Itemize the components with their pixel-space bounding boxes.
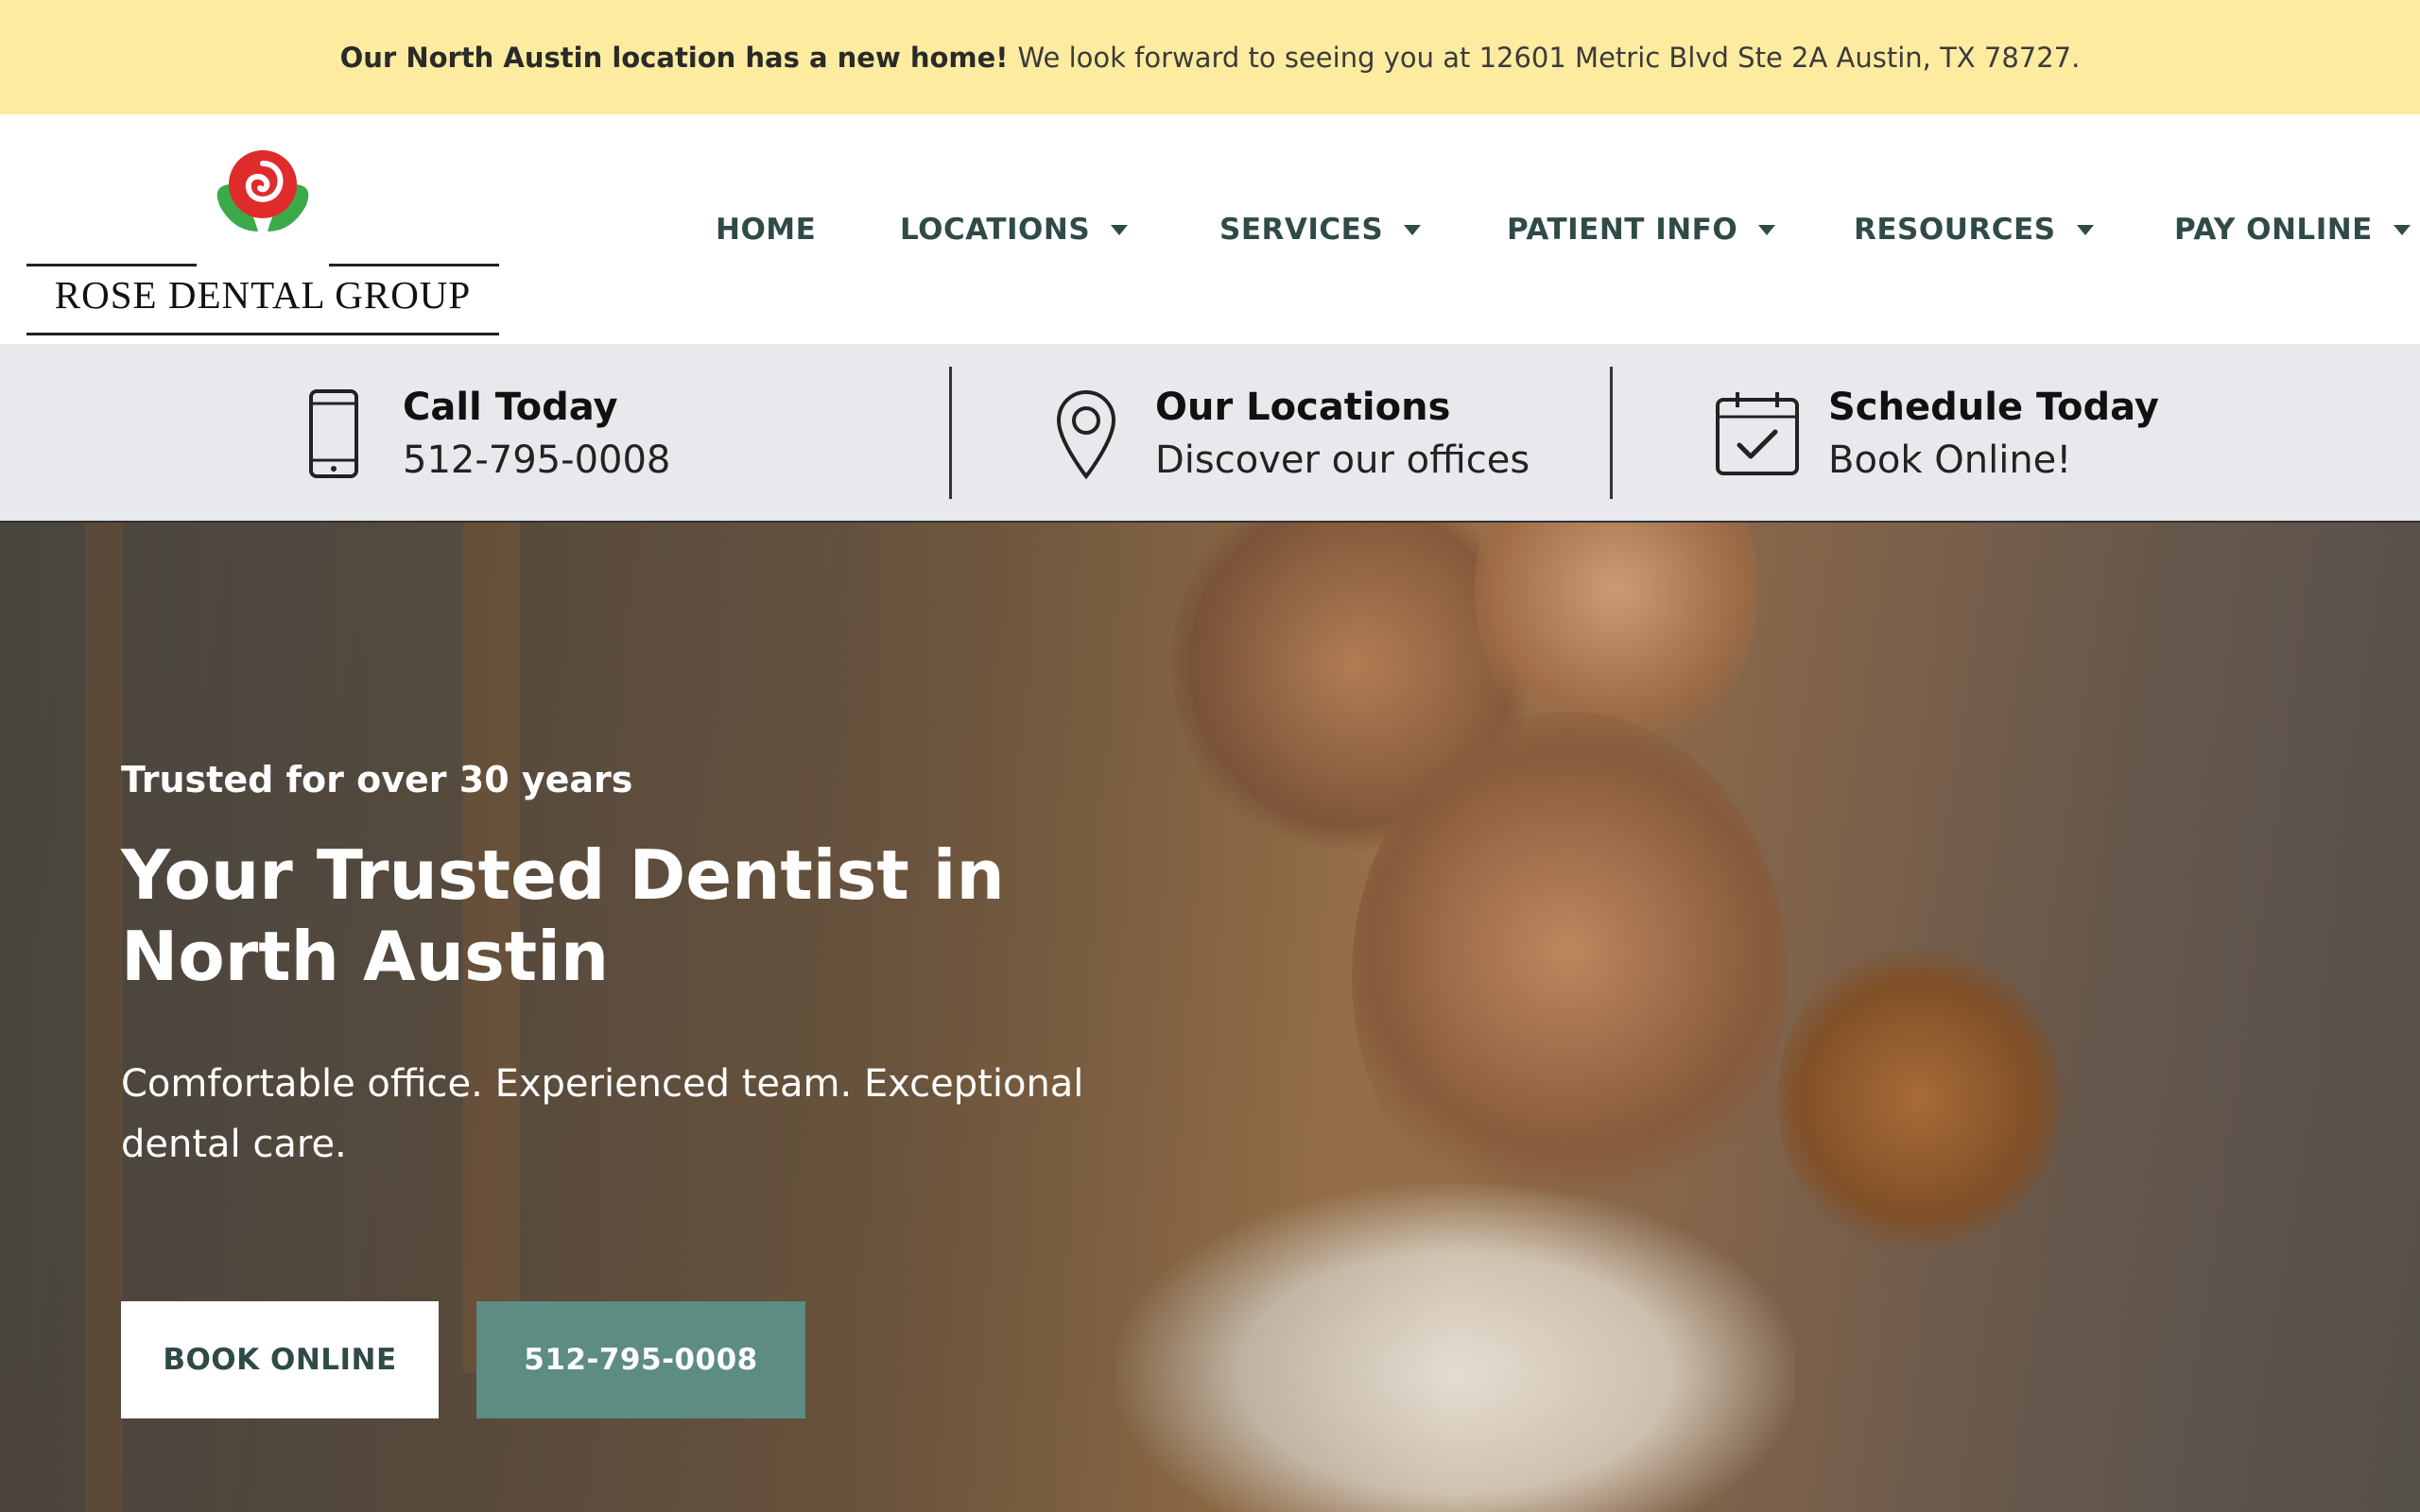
call-today-number: 512-795-0008: [403, 438, 671, 482]
calendar-check-icon: [1715, 387, 1800, 481]
chevron-down-icon: [1404, 225, 1422, 235]
chevron-down-icon: [1111, 225, 1129, 235]
main-nav: HOME LOCATIONS SERVICES PATIENT INFO RES…: [0, 114, 2420, 344]
info-bar: Call Today 512-795-0008 Our Locations Di…: [0, 344, 2420, 523]
nav-locations[interactable]: LOCATIONS: [900, 114, 1129, 344]
map-pin-icon: [1053, 387, 1119, 481]
nav-services[interactable]: SERVICES: [1219, 114, 1422, 344]
nav-resources[interactable]: RESOURCES: [1854, 114, 2094, 344]
info-divider: [1610, 367, 1613, 499]
hero-headline: Your Trusted Dentist in North Austin: [121, 834, 1066, 997]
hero-headline-line1: Your Trusted Dentist in: [121, 835, 1005, 915]
chevron-down-icon: [1758, 225, 1776, 235]
hero-lead: Comfortable office. Experienced team. Ex…: [121, 1062, 1084, 1166]
announcement-bar: Our North Austin location has a new home…: [0, 0, 2420, 114]
nav-pay-online-label: PAY ONLINE: [2174, 212, 2373, 247]
schedule-today[interactable]: Schedule Today Book Online!: [1715, 344, 2159, 523]
nav-pay-online[interactable]: PAY ONLINE: [2174, 114, 2411, 344]
our-locations[interactable]: Our Locations Discover our offices: [1053, 344, 1530, 523]
nav-locations-label: LOCATIONS: [900, 212, 1091, 247]
info-divider: [949, 367, 952, 499]
announcement-text: We look forward to seeing you at 12601 M…: [1017, 41, 2081, 74]
call-today[interactable]: Call Today 512-795-0008: [301, 344, 670, 523]
announcement-bold: Our North Austin location has a new home…: [339, 41, 1009, 74]
our-locations-sub: Discover our offices: [1155, 438, 1530, 482]
schedule-today-title: Schedule Today: [1828, 385, 2159, 429]
hero: Trusted for over 30 years Your Trusted D…: [0, 523, 2420, 1512]
nav-home[interactable]: HOME: [716, 114, 816, 344]
book-online-button[interactable]: BOOK ONLINE: [121, 1301, 439, 1418]
hero-eyebrow: Trusted for over 30 years: [121, 759, 633, 800]
nav-resources-label: RESOURCES: [1854, 212, 2056, 247]
call-today-title: Call Today: [403, 385, 618, 429]
chevron-down-icon: [2393, 225, 2411, 235]
hero-headline-line2: North Austin: [121, 917, 610, 996]
chevron-down-icon: [2076, 225, 2094, 235]
our-locations-title: Our Locations: [1155, 385, 1451, 429]
nav-home-label: HOME: [716, 212, 817, 247]
nav-services-label: SERVICES: [1219, 212, 1384, 247]
nav-patient-info-label: PATIENT INFO: [1507, 212, 1738, 247]
call-phone-button[interactable]: 512-795-0008: [476, 1301, 805, 1418]
phone-icon: [301, 387, 367, 481]
schedule-today-sub: Book Online!: [1828, 438, 2072, 482]
nav-patient-info[interactable]: PATIENT INFO: [1507, 114, 1776, 344]
